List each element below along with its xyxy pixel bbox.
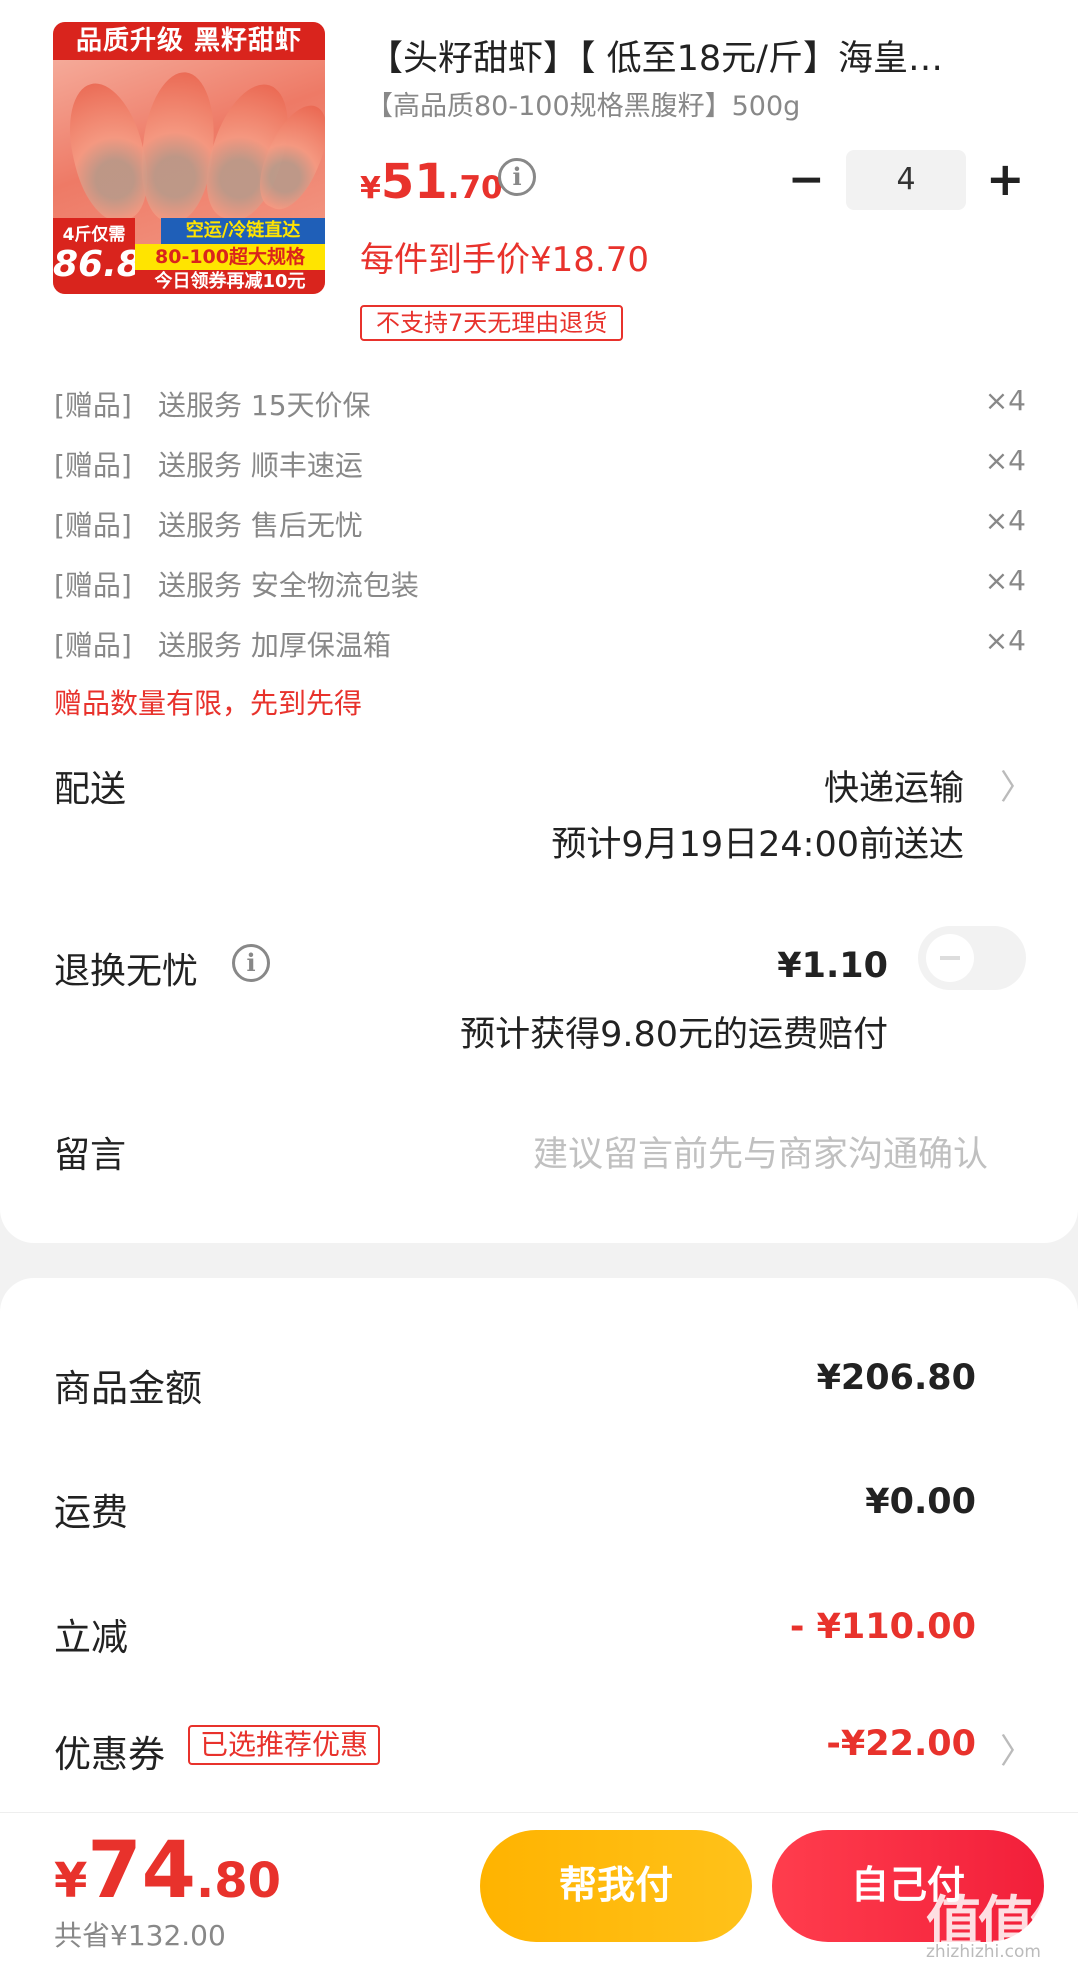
quantity-input[interactable]: 4 [846, 150, 966, 210]
chevron-right-icon[interactable]: 〉 [1000, 760, 1034, 809]
total-integer: 74 [87, 1826, 196, 1916]
product-spec: 【高品质80-100规格黑腹籽】500g [366, 91, 801, 122]
product-title[interactable]: 【头籽甜虾】【 低至18元/斤】海皇… [368, 30, 1018, 81]
total-currency: ¥ [54, 1853, 88, 1909]
image-stripe-shipping: 空运/冷链直达 [161, 218, 325, 244]
no-return-badge: 不支持7天无理由退货 [360, 305, 624, 341]
shipping-label: 运费 [54, 1491, 128, 1534]
gift-item: [赠品] 送服务 加厚保温箱 ×4 [54, 624, 1026, 664]
image-stripe-coupon: 今日领券再减10元 [135, 270, 325, 294]
return-service-price: ¥1.10 [777, 946, 888, 986]
gift-tag: [赠品] [54, 629, 132, 662]
help-pay-button[interactable]: 帮我付 [480, 1830, 752, 1942]
coupon-value[interactable]: -¥22.00 [826, 1724, 976, 1764]
price-integer: 51 [380, 154, 448, 210]
gift-tag: [赠品] [54, 389, 132, 422]
total-decimal: .80 [195, 1853, 281, 1909]
gift-item: [赠品] 送服务 安全物流包装 ×4 [54, 564, 1026, 604]
price-decimal: .70 [447, 170, 503, 206]
total-price: ¥74.80 [54, 1826, 281, 1916]
toggle-knob [926, 934, 974, 982]
gift-qty: ×4 [984, 624, 1026, 657]
image-stripe-size: 80-100超大规格 [135, 244, 325, 270]
gift-name: 送服务 安全物流包装 [158, 569, 419, 602]
discount-value: - ¥110.00 [789, 1607, 976, 1647]
price-info-icon[interactable]: i [498, 158, 536, 196]
product-image[interactable]: 品质升级 黑籽甜虾 4斤仅需 86.8 空运/冷链直达 80-100超大规格 今… [53, 22, 325, 294]
goods-amount-value: ¥206.80 [816, 1358, 976, 1398]
image-price-tag: 4斤仅需 86.8 [53, 218, 142, 294]
gift-name: 送服务 加厚保温箱 [158, 629, 391, 662]
gift-item: [赠品] 送服务 15天价保 ×4 [54, 384, 1026, 424]
gift-item: [赠品] 送服务 顺丰速运 ×4 [54, 444, 1026, 484]
delivery-label: 配送 [54, 769, 127, 810]
remark-input[interactable]: 建议留言前先与商家沟通确认 [533, 1126, 988, 1177]
decrease-quantity-button[interactable]: − [788, 158, 825, 202]
shrimp-shape [135, 68, 221, 226]
gift-tag: [赠品] [54, 449, 132, 482]
gift-name: 送服务 顺丰速运 [158, 449, 363, 482]
return-info-icon[interactable]: i [232, 944, 270, 982]
discount-label: 立减 [54, 1616, 128, 1659]
gift-item: [赠品] 送服务 售后无忧 ×4 [54, 504, 1026, 544]
gift-tag: [赠品] [54, 509, 132, 542]
gift-qty: ×4 [984, 444, 1026, 477]
unit-price: 每件到手价¥18.70 [360, 240, 649, 280]
coupon-selected-badge: 已选推荐优惠 [188, 1725, 381, 1765]
total-saved: 共省¥132.00 [54, 1919, 226, 1952]
delivery-method[interactable]: 快递运输 [824, 760, 964, 811]
product-price: ¥51.70 [360, 154, 503, 210]
gift-qty: ×4 [984, 384, 1026, 417]
gift-qty: ×4 [984, 564, 1026, 597]
gift-name: 送服务 售后无忧 [158, 509, 363, 542]
gift-name: 送服务 15天价保 [158, 389, 371, 422]
image-price-caption: 4斤仅需 [62, 225, 126, 245]
increase-quantity-button[interactable]: + [986, 156, 1025, 202]
remark-label: 留言 [54, 1135, 127, 1176]
gift-limit-note: 赠品数量有限，先到先得 [54, 687, 363, 720]
gift-qty: ×4 [984, 504, 1026, 537]
goods-amount-label: 商品金额 [54, 1367, 202, 1410]
watermark-url: zhizhizhi.com [926, 1942, 1041, 1962]
chevron-right-icon[interactable]: 〉 [1000, 1724, 1034, 1773]
delivery-eta: 预计9月19日24:00前送达 [551, 825, 964, 865]
shipping-value: ¥0.00 [865, 1482, 976, 1522]
image-banner: 品质升级 黑籽甜虾 [53, 22, 325, 60]
return-service-toggle[interactable] [918, 926, 1026, 990]
image-price-value: 86.8 [53, 244, 142, 285]
coupon-label: 优惠券 [54, 1733, 165, 1776]
price-currency: ¥ [360, 171, 381, 206]
return-service-label: 退换无忧 [54, 951, 199, 992]
return-service-desc: 预计获得9.80元的运费赔付 [460, 1015, 888, 1055]
gift-tag: [赠品] [54, 569, 132, 602]
